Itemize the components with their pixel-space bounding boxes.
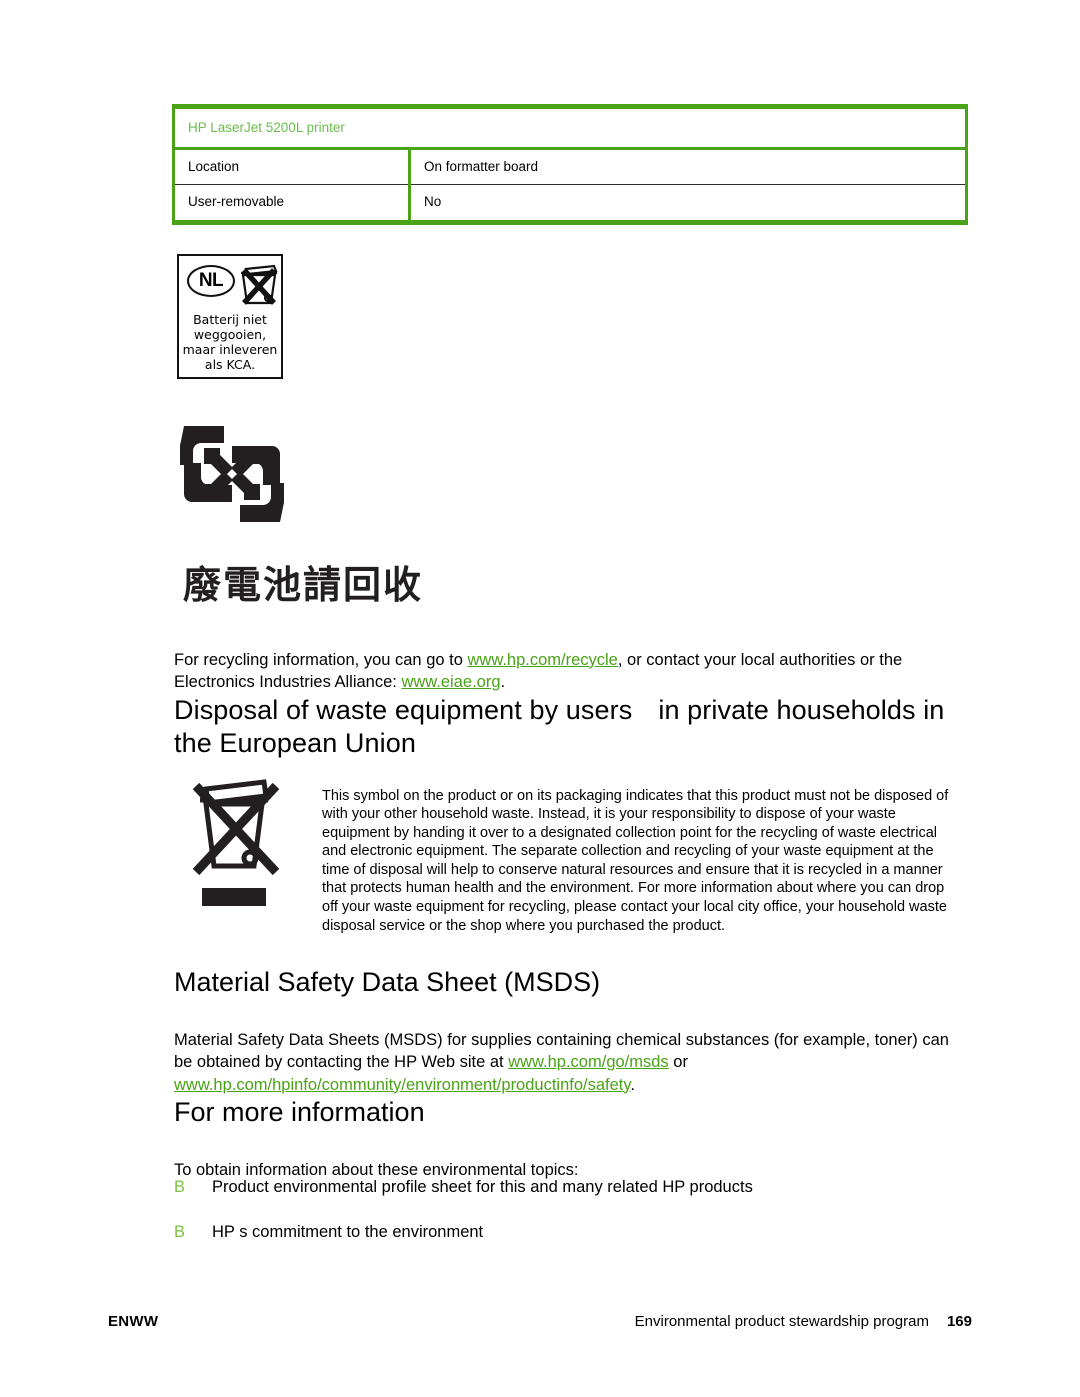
table-cell-label: Location (172, 148, 410, 186)
more-information-heading: For more information (174, 1097, 425, 1127)
nl-text-line-1: Batterij niet (193, 312, 267, 327)
table-header-row: HP LaserJet 5200L printer (172, 103, 968, 151)
msds-text-middle: or (668, 1053, 688, 1071)
crossed-out-bin-icon (241, 264, 278, 305)
table-cell-value: On formatter board (408, 148, 968, 186)
bullet-glyph-icon: B (174, 1222, 186, 1241)
msds-text-end: . (630, 1075, 636, 1094)
printer-spec-table: HP LaserJet 5200L printer Location On fo… (172, 103, 968, 225)
footer-locale-label: ENWW (108, 1313, 159, 1330)
msds-paragraph: Material Safety Data Sheets (MSDS) for s… (174, 1029, 964, 1097)
list-item: B HP s commitment to the environment (174, 1221, 964, 1244)
environmental-topics-list: B Product environmental profile sheet fo… (174, 1176, 964, 1265)
table-cell-label: User-removable (172, 184, 410, 225)
table-header-label: HP LaserJet 5200L printer (172, 103, 968, 151)
bullet-glyph-icon: B (174, 1178, 186, 1196)
footer-page-number: 169 (946, 1313, 972, 1330)
eiae-link[interactable]: www.eiae.org (401, 673, 500, 691)
nl-text-line-4: als KCA. (204, 357, 256, 372)
recycling-information-paragraph: For recycling information, you can go to… (174, 649, 964, 694)
weee-crossed-out-wheelie-bin-icon (192, 779, 280, 906)
eu-heading-part-1: Disposal of waste equipment by users (174, 695, 633, 725)
nl-text-line-2: weggooien, (193, 327, 267, 342)
footer-section-info: Environmental product stewardship progra… (635, 1313, 972, 1330)
nl-text-line-3: maar inleveren (182, 342, 278, 357)
nl-battery-disposal-label: NL Batterij niet weggooien, maar inlever… (177, 254, 283, 379)
eu-disposal-paragraph: This symbol on the product or on its pac… (322, 787, 949, 934)
list-item-label: Product environmental profile sheet for … (212, 1178, 753, 1196)
hp-recycle-link[interactable]: www.hp.com/recycle (467, 651, 617, 669)
table-row: Location On formatter board (172, 148, 968, 186)
table-row: User-removable No (172, 184, 968, 225)
footer-section-title: Environmental product stewardship progra… (634, 1313, 929, 1330)
hp-productinfo-safety-link[interactable]: www.hp.com/hpinfo/community/environment/… (174, 1076, 630, 1094)
battery-recycling-symbol-icon (180, 426, 284, 522)
list-item: B Product environmental profile sheet fo… (174, 1176, 964, 1199)
nl-country-code-oval: NL (187, 265, 235, 297)
hp-msds-link[interactable]: www.hp.com/go/msds (508, 1053, 668, 1071)
recycling-text-before-link: For recycling information, you can go to (174, 650, 468, 669)
list-item-label: HP s commitment to the environment (212, 1222, 484, 1241)
table-cell-value: No (408, 184, 968, 225)
msds-heading: Material Safety Data Sheet (MSDS) (174, 967, 601, 997)
eu-disposal-heading: Disposal of waste equipment by users in p… (174, 694, 964, 760)
recycling-text-end: . (500, 673, 506, 691)
nl-label-text: Batterij niet weggooien, maar inleveren … (179, 312, 281, 372)
nl-label-symbols: NL (179, 256, 281, 312)
document-page: HP LaserJet 5200L printer Location On fo… (0, 0, 1080, 1397)
taiwan-recycle-heading: 廢電池請回收 (183, 563, 424, 607)
